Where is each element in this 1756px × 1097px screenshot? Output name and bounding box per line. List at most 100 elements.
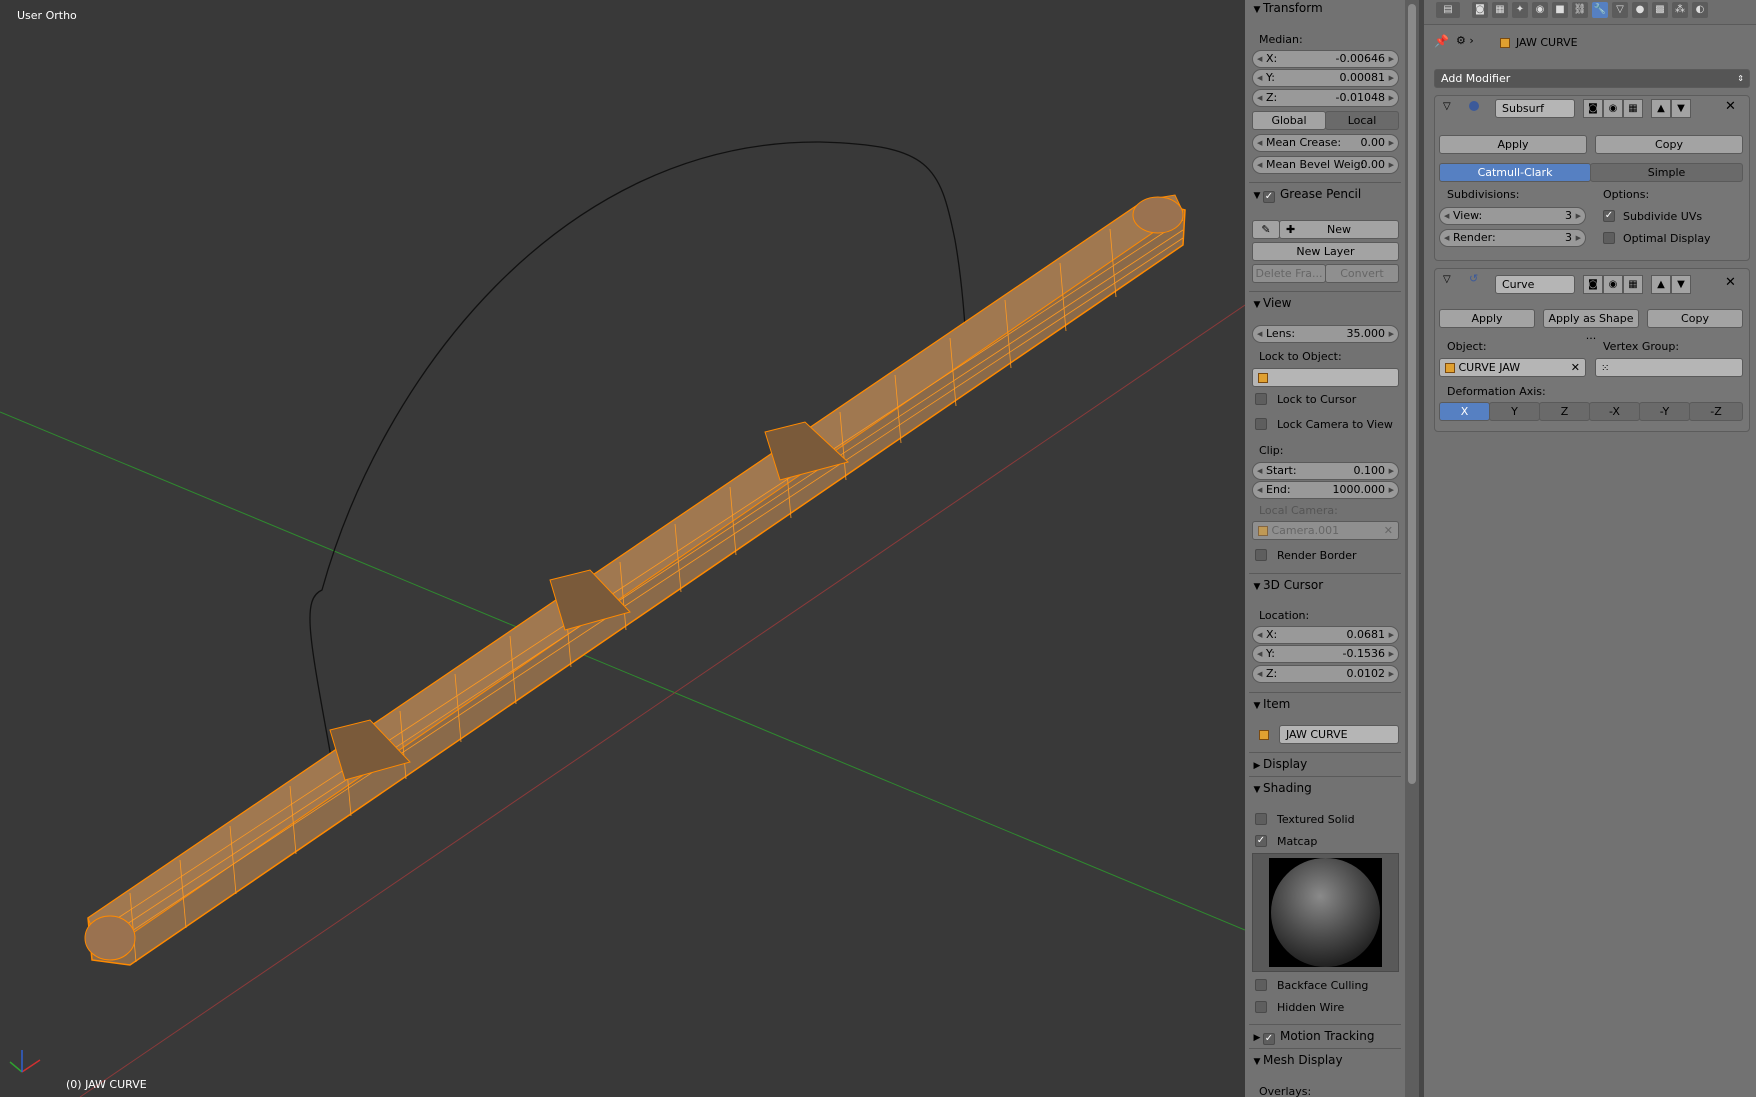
expand-triangle-icon: ▶ bbox=[1253, 761, 1261, 771]
3d-viewport[interactable]: User Ortho (0) JAW CURVE bbox=[0, 0, 1245, 1097]
add-modifier-dropdown[interactable]: Add Modifier ⇕ bbox=[1434, 69, 1750, 88]
textured-solid-checkbox[interactable] bbox=[1255, 813, 1267, 825]
collapse-triangle-icon[interactable]: ▽ bbox=[1443, 274, 1451, 285]
subsurf-render-levels-field[interactable]: ◀ Render: 3 ▶ bbox=[1439, 229, 1586, 247]
axis-neg-x-toggle[interactable]: -X bbox=[1589, 402, 1640, 421]
global-toggle[interactable]: Global bbox=[1252, 111, 1326, 130]
particles-tab-icon[interactable]: ⁂ bbox=[1672, 2, 1688, 18]
material-tab-icon[interactable]: ● bbox=[1632, 2, 1648, 18]
local-toggle[interactable]: Local bbox=[1325, 111, 1399, 130]
backface-culling-checkbox[interactable] bbox=[1255, 979, 1267, 991]
subsurf-modifier-icon bbox=[1469, 101, 1479, 111]
move-down-icon[interactable]: ▼ bbox=[1671, 99, 1691, 118]
render-tab-icon[interactable]: ◙ bbox=[1472, 2, 1488, 18]
lock-to-cursor-checkbox[interactable] bbox=[1255, 393, 1267, 405]
subdivide-uvs-checkbox[interactable]: ✓ bbox=[1603, 210, 1615, 222]
shelf-scrollbar[interactable] bbox=[1405, 0, 1419, 1097]
pencil-icon[interactable]: ✎ bbox=[1252, 220, 1280, 239]
world-tab-icon[interactable]: ◉ bbox=[1532, 2, 1548, 18]
mesh-display-panel-header[interactable]: ▼ Mesh Display bbox=[1251, 1050, 1399, 1070]
item-name-field[interactable]: JAW CURVE bbox=[1279, 725, 1399, 744]
jaw-curve-object[interactable] bbox=[309, 141, 969, 791]
curve-modifier-icon: ↺ bbox=[1469, 272, 1479, 285]
mean-bevel-field[interactable]: ◀ Mean Bevel Weig: 0.00 ▶ bbox=[1252, 156, 1399, 174]
simple-toggle[interactable]: Simple bbox=[1590, 163, 1743, 182]
editmode-toggle-icon[interactable]: ▦ bbox=[1623, 275, 1643, 294]
clip-end-field[interactable]: ◀ End: 1000.000 ▶ bbox=[1252, 481, 1399, 499]
3d-cursor-panel-header[interactable]: ▼ 3D Cursor bbox=[1251, 575, 1399, 595]
lock-to-object-field[interactable] bbox=[1252, 368, 1399, 387]
cursor-x-field[interactable]: ◀ X: 0.0681 ▶ bbox=[1252, 626, 1399, 644]
curve-object-field[interactable]: CURVE JAW ✕ bbox=[1439, 358, 1586, 377]
subsurf-apply-button[interactable]: Apply bbox=[1439, 135, 1587, 154]
physics-tab-icon[interactable]: ◐ bbox=[1692, 2, 1708, 18]
render-border-checkbox[interactable] bbox=[1255, 549, 1267, 561]
median-label: Median: bbox=[1259, 33, 1303, 46]
render-toggle-icon[interactable]: ◙ bbox=[1583, 275, 1603, 294]
curve-apply-button[interactable]: Apply bbox=[1439, 309, 1535, 328]
lens-field[interactable]: ◀ Lens: 35.000 ▶ bbox=[1252, 325, 1399, 343]
object-tab-icon[interactable]: ■ bbox=[1552, 2, 1568, 18]
matcap-checkbox[interactable]: ✓ bbox=[1255, 835, 1267, 847]
median-x-field[interactable]: ◀ X: -0.00646 ▶ bbox=[1252, 50, 1399, 68]
curve-name-field[interactable]: Curve bbox=[1495, 275, 1575, 294]
editor-type-icon[interactable]: ▤ bbox=[1436, 2, 1460, 18]
clear-x-icon[interactable]: ✕ bbox=[1571, 359, 1580, 376]
scene-tab-icon[interactable]: ✦ bbox=[1512, 2, 1528, 18]
grease-pencil-panel-header[interactable]: ▼ ✓ Grease Pencil bbox=[1251, 184, 1399, 204]
grease-pencil-checkbox[interactable]: ✓ bbox=[1263, 191, 1275, 203]
curve-copy-button[interactable]: Copy bbox=[1647, 309, 1743, 328]
modifiers-tab-icon[interactable]: 🔧 bbox=[1592, 2, 1608, 18]
move-up-icon[interactable]: ▲ bbox=[1651, 275, 1671, 294]
new-layer-button[interactable]: New Layer bbox=[1252, 242, 1399, 261]
display-panel-header[interactable]: ▶ Display bbox=[1251, 754, 1399, 774]
data-tab-icon[interactable]: ▽ bbox=[1612, 2, 1628, 18]
divider bbox=[1249, 776, 1401, 777]
collapse-triangle-icon[interactable]: ▽ bbox=[1443, 101, 1451, 112]
motion-tracking-checkbox[interactable]: ✓ bbox=[1263, 1033, 1275, 1045]
jaw-mesh-object[interactable] bbox=[84, 194, 1186, 966]
cursor-y-field[interactable]: ◀ Y: -0.1536 ▶ bbox=[1252, 645, 1399, 663]
vertex-group-field[interactable]: ⁙ bbox=[1595, 358, 1743, 377]
pin-icon[interactable]: 📌 bbox=[1434, 34, 1449, 48]
apply-as-shape-button[interactable]: Apply as Shape ... bbox=[1543, 309, 1639, 342]
viewport-toggle-icon[interactable]: ◉ bbox=[1603, 275, 1623, 294]
subsurf-copy-button[interactable]: Copy bbox=[1595, 135, 1743, 154]
remove-modifier-icon[interactable]: ✕ bbox=[1725, 275, 1736, 290]
axis-x-toggle[interactable]: X bbox=[1439, 402, 1490, 421]
viewport-scene[interactable] bbox=[0, 0, 1245, 1097]
matcap-preview[interactable] bbox=[1252, 853, 1399, 972]
editmode-toggle-icon[interactable]: ▦ bbox=[1623, 99, 1643, 118]
cursor-z-field[interactable]: ◀ Z: 0.0102 ▶ bbox=[1252, 665, 1399, 683]
transform-panel-header[interactable]: ▼ Transform bbox=[1251, 0, 1399, 18]
render-layers-tab-icon[interactable]: ▦ bbox=[1492, 2, 1508, 18]
axis-z-toggle[interactable]: Z bbox=[1539, 402, 1590, 421]
axis-y-toggle[interactable]: Y bbox=[1489, 402, 1540, 421]
median-z-field[interactable]: ◀ Z: -0.01048 ▶ bbox=[1252, 89, 1399, 107]
motion-tracking-panel-header[interactable]: ▶ ✓ Motion Tracking bbox=[1251, 1026, 1399, 1046]
grease-pencil-new-button[interactable]: ✚ New bbox=[1279, 220, 1399, 239]
axis-neg-y-toggle[interactable]: -Y bbox=[1639, 402, 1690, 421]
view-panel-header[interactable]: ▼ View bbox=[1251, 293, 1399, 313]
texture-tab-icon[interactable]: ▩ bbox=[1652, 2, 1668, 18]
viewport-toggle-icon[interactable]: ◉ bbox=[1603, 99, 1623, 118]
mean-crease-field[interactable]: ◀ Mean Crease: 0.00 ▶ bbox=[1252, 134, 1399, 152]
subsurf-view-levels-field[interactable]: ◀ View: 3 ▶ bbox=[1439, 207, 1586, 225]
move-down-icon[interactable]: ▼ bbox=[1671, 275, 1691, 294]
constraints-tab-icon[interactable]: ⛓ bbox=[1572, 2, 1588, 18]
optimal-display-checkbox[interactable] bbox=[1603, 232, 1615, 244]
collapse-triangle-icon: ▼ bbox=[1253, 191, 1261, 201]
remove-modifier-icon[interactable]: ✕ bbox=[1725, 99, 1736, 114]
median-y-field[interactable]: ◀ Y: 0.00081 ▶ bbox=[1252, 69, 1399, 87]
shading-panel-header[interactable]: ▼ Shading bbox=[1251, 778, 1399, 798]
subsurf-name-field[interactable]: Subsurf bbox=[1495, 99, 1575, 118]
item-panel-header[interactable]: ▼ Item bbox=[1251, 694, 1399, 714]
move-up-icon[interactable]: ▲ bbox=[1651, 99, 1671, 118]
clip-start-field[interactable]: ◀ Start: 0.100 ▶ bbox=[1252, 462, 1399, 480]
render-toggle-icon[interactable]: ◙ bbox=[1583, 99, 1603, 118]
lock-camera-to-view-checkbox[interactable] bbox=[1255, 418, 1267, 430]
catmull-clark-toggle[interactable]: Catmull-Clark bbox=[1439, 163, 1591, 182]
hidden-wire-checkbox[interactable] bbox=[1255, 1001, 1267, 1013]
axis-neg-z-toggle[interactable]: -Z bbox=[1689, 402, 1743, 421]
scrollbar-thumb[interactable] bbox=[1408, 4, 1416, 784]
